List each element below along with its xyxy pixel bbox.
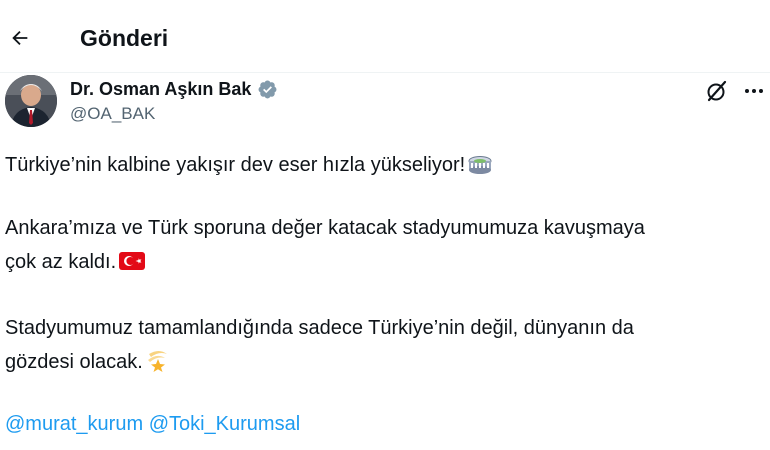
post-text: çok az kaldı.: [5, 251, 117, 273]
author-handle[interactable]: @OA_BAK: [70, 104, 155, 124]
more-button[interactable]: [740, 79, 768, 103]
post-text: Stadyumumuz tamamlandığında sadece Türki…: [5, 317, 634, 339]
post-text-line: Stadyumumuz tamamlandığında sadece Türki…: [5, 313, 634, 343]
stadium-emoji: [467, 153, 493, 184]
post-text-line: Ankara’mıza ve Türk sporuna değer kataca…: [5, 213, 645, 243]
more-horizontal-icon: [745, 89, 763, 93]
grok-button[interactable]: [703, 77, 731, 105]
author-name-row: Dr. Osman Aşkın Bak: [70, 76, 278, 102]
dizzy-star-emoji: [145, 348, 171, 381]
verified-badge-icon[interactable]: [257, 79, 278, 100]
post-text: gözdesi olacak.: [5, 351, 143, 373]
turkey-flag-emoji: [118, 250, 146, 281]
mention-link[interactable]: @murat_kurum: [5, 413, 143, 435]
post-mentions: @murat_kurum @Toki_Kurumsal: [5, 409, 300, 439]
mention-link[interactable]: @Toki_Kurumsal: [149, 413, 300, 435]
avatar[interactable]: [5, 75, 57, 127]
post-text: Ankara’mıza ve Türk sporuna değer kataca…: [5, 217, 645, 239]
avatar-image: [5, 75, 57, 127]
post-text: Türkiye’nin kalbine yakışır dev eser hız…: [5, 154, 466, 176]
page-title: Gönderi: [80, 25, 169, 51]
post-text-line: Türkiye’nin kalbine yakışır dev eser hız…: [5, 150, 493, 184]
back-button[interactable]: [6, 24, 34, 52]
top-bar: Gönderi: [0, 0, 770, 73]
author-name[interactable]: Dr. Osman Aşkın Bak: [70, 79, 251, 100]
grok-icon: [707, 80, 727, 102]
arrow-left-icon: [12, 30, 28, 46]
post-text-line: gözdesi olacak.: [5, 347, 171, 381]
post-text-line: çok az kaldı.: [5, 247, 146, 281]
